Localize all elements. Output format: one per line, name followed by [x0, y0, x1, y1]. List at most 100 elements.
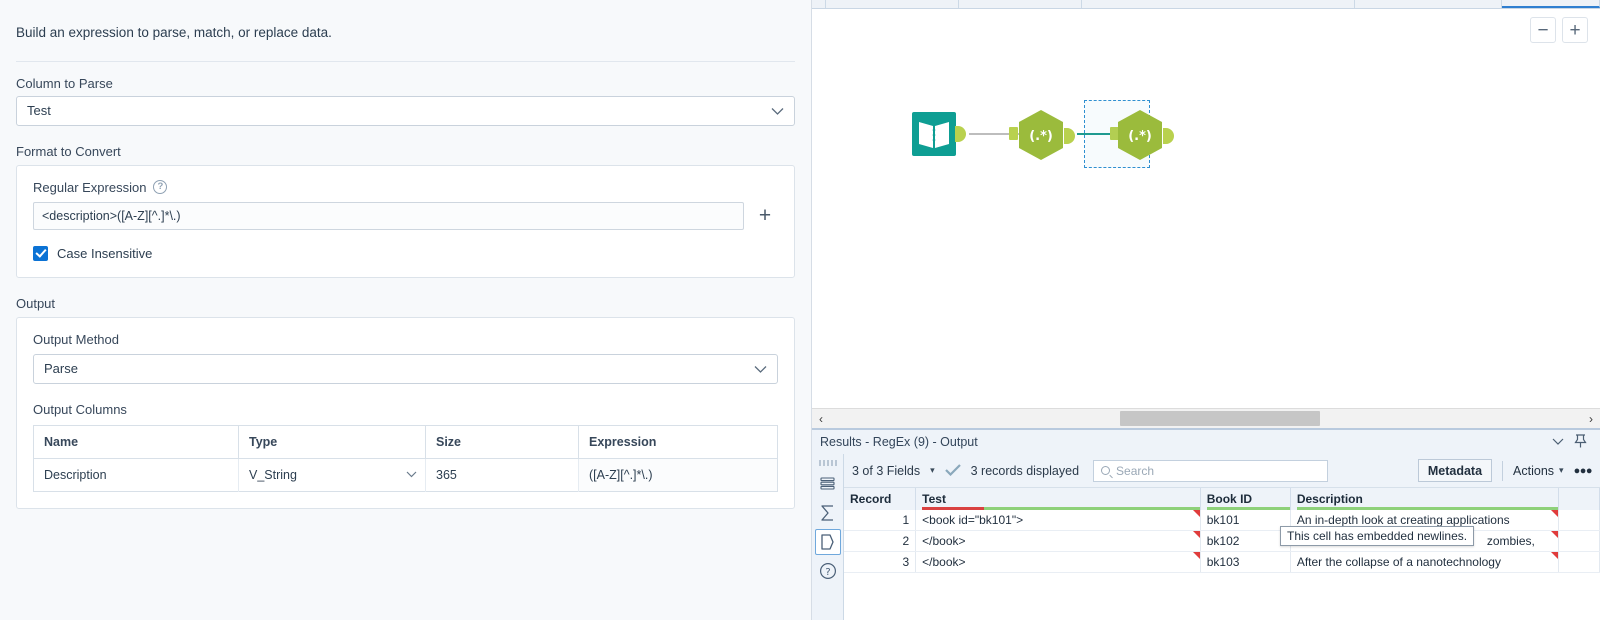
actions-menu-button[interactable]: Actions ▾ [1513, 464, 1564, 478]
scrollbar-thumb[interactable] [1120, 411, 1320, 426]
cell-test-value: </book> [922, 534, 965, 548]
tab-segment[interactable] [826, 0, 959, 8]
table-row[interactable]: 2 </book> bk102 zombies, [844, 531, 1600, 552]
output-method-value: Parse [44, 361, 78, 376]
search-input[interactable]: Search [1093, 460, 1328, 482]
cell-tooltip: This cell has embedded newlines. [1280, 526, 1474, 546]
node-output-port[interactable] [955, 126, 966, 142]
cell-book-id[interactable]: bk103 [1200, 552, 1290, 573]
workflow-node-regex-1[interactable]: (.*) [1017, 109, 1065, 166]
overflow-marker-icon [1193, 510, 1200, 517]
actions-label: Actions [1513, 464, 1554, 478]
overflow-marker-icon [1551, 552, 1558, 559]
chevron-down-icon: ▾ [1559, 465, 1564, 476]
regular-expression-input[interactable]: <description>([A-Z][^.]*\.) [33, 202, 744, 230]
canvas-horizontal-scrollbar[interactable]: ‹ › [812, 408, 1600, 428]
fields-count-label[interactable]: 3 of 3 Fields [852, 464, 920, 478]
overflow-marker-icon [1551, 531, 1558, 538]
results-body: ? 3 of 3 Fields ▾ 3 records displayed [812, 454, 1600, 620]
case-insensitive-label: Case Insensitive [57, 246, 152, 261]
workflow-node-input-data[interactable] [912, 112, 956, 161]
zoom-in-button[interactable]: + [1562, 17, 1588, 43]
column-to-parse-label: Column to Parse [0, 62, 811, 96]
pin-icon[interactable] [1569, 434, 1592, 451]
output-col-type-value: V_String [249, 468, 297, 482]
chevron-down-icon [754, 361, 767, 376]
more-options-icon[interactable]: ●●● [1574, 465, 1592, 477]
svg-text:(.*): (.*) [1029, 129, 1053, 144]
results-title-text: Results - RegEx (9) - Output [820, 435, 1547, 449]
tab-segment[interactable] [959, 0, 1082, 8]
column-header-spacer [1559, 488, 1600, 510]
cell-record: 3 [844, 552, 916, 573]
scroll-left-button[interactable]: ‹ [812, 412, 830, 426]
output-columns-header-row: Name Type Size Expression [34, 425, 778, 458]
cell-test-value: </book> [922, 555, 965, 569]
results-icon-rail: ? [812, 454, 844, 620]
cell-test[interactable]: <book id="bk101"> [916, 510, 1201, 531]
case-insensitive-checkbox[interactable] [33, 246, 48, 261]
cell-test[interactable]: </book> [916, 531, 1201, 552]
scroll-right-button[interactable]: › [1582, 412, 1600, 426]
overflow-marker-icon [1551, 510, 1558, 517]
cell-description[interactable]: After the collapse of a nanotechnology [1290, 552, 1558, 573]
help-icon[interactable]: ? [153, 180, 167, 194]
column-header-description[interactable]: Description [1290, 488, 1558, 510]
output-card: Output Method Parse Output Columns Name … [16, 317, 795, 509]
results-header-row: Record Test Book ID [844, 488, 1600, 510]
column-header-test[interactable]: Test [916, 488, 1201, 510]
canvas-zoom-controls: − + [1530, 17, 1588, 43]
collapse-chevron-icon[interactable] [1547, 435, 1569, 449]
add-expression-button[interactable]: + [752, 203, 778, 229]
output-col-type[interactable]: V_String [239, 458, 426, 491]
cell-book-id[interactable]: bk102 [1200, 531, 1290, 552]
tab-segment[interactable] [1082, 0, 1355, 8]
panel-description: Build an expression to parse, match, or … [0, 0, 811, 43]
application-window: Build an expression to parse, match, or … [0, 0, 1600, 620]
records-displayed-label: 3 records displayed [971, 464, 1079, 478]
cell-test[interactable]: </book> [916, 552, 1201, 573]
column-header-book-id[interactable]: Book ID [1200, 488, 1290, 510]
column-header-record[interactable]: Record [844, 488, 916, 510]
metadata-button[interactable]: Metadata [1418, 459, 1492, 482]
workflow-node-regex-2[interactable]: (.*) [1116, 109, 1164, 166]
cell-description-value: After the collapse of a nanotechnology [1297, 555, 1501, 569]
fields-dropdown-caret-icon[interactable]: ▾ [930, 465, 935, 476]
column-to-parse-value: Test [27, 103, 51, 118]
output-col-name[interactable]: Description [34, 458, 239, 491]
cell-record: 2 [844, 531, 916, 552]
regex-node-icon: (.*) [1116, 109, 1164, 161]
output-columns-row[interactable]: Description V_String 365 ([A-Z][^.]*\.) [34, 458, 778, 491]
chevron-down-icon [771, 103, 784, 118]
table-row[interactable]: 1 <book id="bk101"> bk101 An in-depth lo… [844, 510, 1600, 531]
workflow-canvas[interactable]: − + [812, 9, 1600, 408]
cell-book-id[interactable]: bk101 [1200, 510, 1290, 531]
case-insensitive-row[interactable]: Case Insensitive [33, 246, 778, 261]
output-method-select[interactable]: Parse [33, 354, 778, 384]
tab-segment[interactable] [1355, 0, 1502, 8]
column-to-parse-select[interactable]: Test [16, 96, 795, 126]
help-icon[interactable]: ? [815, 558, 841, 584]
records-list-icon[interactable] [815, 471, 841, 497]
output-col-size[interactable]: 365 [426, 458, 579, 491]
regex-node-icon: (.*) [1017, 109, 1065, 161]
overflow-marker-icon [1193, 531, 1200, 538]
search-placeholder: Search [1116, 464, 1154, 478]
scrollbar-track[interactable] [830, 409, 1582, 428]
node-output-port[interactable] [1064, 128, 1075, 144]
cell-spacer [1559, 531, 1600, 552]
svg-text:(.*): (.*) [1128, 129, 1152, 144]
regular-expression-label: Regular Expression [33, 180, 146, 195]
drag-grip-icon[interactable] [819, 460, 837, 466]
format-to-convert-card: Regular Expression ? <description>([A-Z]… [16, 165, 795, 278]
data-profile-icon[interactable] [815, 529, 841, 555]
tab-segment-active[interactable] [1502, 0, 1600, 8]
output-col-header-name: Name [34, 425, 239, 458]
node-output-port[interactable] [1163, 128, 1174, 144]
table-row[interactable]: 3 </book> bk103 After the collapse of a … [844, 552, 1600, 573]
results-panel: Results - RegEx (9) - Output [812, 428, 1600, 620]
workflow-tab-strip[interactable] [812, 0, 1600, 9]
zoom-out-button[interactable]: − [1530, 17, 1556, 43]
tab-segment[interactable] [812, 0, 826, 8]
summary-sigma-icon[interactable] [815, 500, 841, 526]
